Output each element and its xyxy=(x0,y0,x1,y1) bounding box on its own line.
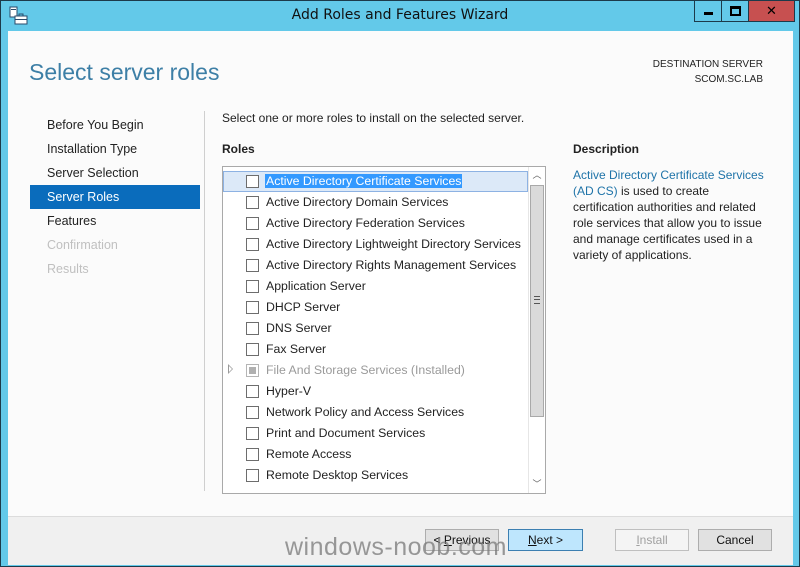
install-rest: nstall xyxy=(639,533,668,547)
role-list-item[interactable]: Active Directory Rights Management Servi… xyxy=(223,255,528,276)
cancel-button[interactable]: Cancel xyxy=(698,529,772,551)
role-list-item[interactable]: DNS Server xyxy=(223,318,528,339)
scroll-down-button[interactable]: ﹀ xyxy=(529,477,545,493)
instruction-text: Select one or more roles to install on t… xyxy=(222,111,525,125)
role-checkbox xyxy=(246,364,259,377)
role-label: Remote Desktop Services xyxy=(266,468,409,482)
role-list-item[interactable]: Remote Access xyxy=(223,444,528,465)
role-list-item[interactable]: Active Directory Domain Services xyxy=(223,192,528,213)
destination-server-label: DESTINATION SERVER xyxy=(652,59,763,70)
role-list-item: File And Storage Services (Installed) xyxy=(223,360,528,381)
maximize-icon xyxy=(729,6,741,16)
roles-scrollbar[interactable]: ︿ ﹀ xyxy=(528,167,545,493)
scroll-thumb[interactable] xyxy=(530,185,544,417)
wizard-window: Add Roles and Features Wizard ✕ Select s… xyxy=(0,0,800,567)
role-checkbox[interactable] xyxy=(246,385,259,398)
role-list-item[interactable]: DHCP Server xyxy=(223,297,528,318)
nav-divider xyxy=(204,111,205,491)
role-list-item[interactable]: Active Directory Lightweight Directory S… xyxy=(223,234,528,255)
chevron-down-icon: ﹀ xyxy=(532,480,542,490)
role-label: Application Server xyxy=(266,279,366,293)
role-checkbox[interactable] xyxy=(246,427,259,440)
role-list-item[interactable]: Application Server xyxy=(223,276,528,297)
close-button[interactable]: ✕ xyxy=(748,1,795,22)
next-button[interactable]: Next > xyxy=(508,529,583,551)
role-label: Active Directory Rights Management Servi… xyxy=(266,258,517,272)
role-checkbox[interactable] xyxy=(246,280,259,293)
nav-item-results: Results xyxy=(47,262,89,276)
window-title: Add Roles and Features Wizard xyxy=(291,7,509,23)
role-label: Hyper-V xyxy=(266,384,312,398)
role-list-item[interactable]: Hyper-V xyxy=(223,381,528,402)
nav-item-confirmation: Confirmation xyxy=(47,238,118,252)
role-label: Fax Server xyxy=(266,342,327,356)
next-mnemonic: N xyxy=(527,533,537,547)
nav-item-before-you-begin[interactable]: Before You Begin xyxy=(30,113,200,137)
nav-item-installation-type[interactable]: Installation Type xyxy=(30,137,200,161)
title-bar[interactable]: Add Roles and Features Wizard ✕ xyxy=(1,1,799,31)
install-button: Install xyxy=(615,529,689,551)
wizard-steps-nav: Before You Begin Installation Type Serve… xyxy=(30,113,200,281)
role-list-item[interactable]: Active Directory Federation Services xyxy=(223,213,528,234)
destination-server-info: DESTINATION SERVER SCOM.SC.LAB xyxy=(653,57,763,87)
role-list-item[interactable]: Print and Document Services xyxy=(223,423,528,444)
role-label: Network Policy and Access Services xyxy=(266,405,465,419)
role-label: Active Directory Federation Services xyxy=(266,216,465,230)
role-checkbox[interactable] xyxy=(246,469,259,482)
description-text: Active Directory Certificate Services (A… xyxy=(573,167,773,263)
page-title: Select server roles xyxy=(29,59,220,85)
roles-header: Roles xyxy=(222,142,255,156)
scroll-up-button[interactable]: ︿ xyxy=(529,168,545,184)
next-rest: ext > xyxy=(536,533,564,547)
role-label: Active Directory Certificate Services xyxy=(265,174,463,188)
expand-arrow-icon[interactable] xyxy=(228,364,233,374)
role-label: File And Storage Services (Installed) xyxy=(266,363,465,377)
role-checkbox[interactable] xyxy=(246,238,259,251)
watermark: windows-noob.com xyxy=(285,533,507,561)
role-checkbox[interactable] xyxy=(246,301,259,314)
description-header: Description xyxy=(573,142,640,156)
role-checkbox[interactable] xyxy=(246,406,259,419)
role-checkbox[interactable] xyxy=(246,322,259,335)
wizard-content: Select server roles DESTINATION SERVER S… xyxy=(8,31,793,565)
minimize-icon xyxy=(703,11,713,15)
role-label: DHCP Server xyxy=(266,300,341,314)
role-checkbox[interactable] xyxy=(246,175,259,188)
role-label: Active Directory Lightweight Directory S… xyxy=(266,237,521,251)
role-list-item[interactable]: Remote Desktop Services xyxy=(223,465,528,486)
roles-list[interactable]: Active Directory Certificate Services Act… xyxy=(222,166,546,494)
role-label: Remote Access xyxy=(266,447,352,461)
role-checkbox[interactable] xyxy=(246,343,259,356)
destination-server-name: SCOM.SC.LAB xyxy=(694,74,763,85)
role-checkbox[interactable] xyxy=(246,448,259,461)
role-checkbox[interactable] xyxy=(246,196,259,209)
grip-icon xyxy=(534,296,540,304)
chevron-up-icon: ︿ xyxy=(532,171,542,181)
nav-item-server-roles[interactable]: Server Roles xyxy=(30,185,200,209)
maximize-button[interactable] xyxy=(721,1,749,22)
role-label: DNS Server xyxy=(266,321,332,335)
close-icon: ✕ xyxy=(766,3,777,19)
role-checkbox[interactable] xyxy=(246,259,259,272)
role-list-item[interactable]: Active Directory Certificate Services xyxy=(223,171,528,192)
nav-item-features[interactable]: Features xyxy=(30,209,200,233)
nav-item-server-selection[interactable]: Server Selection xyxy=(30,161,200,185)
role-list-item[interactable]: Fax Server xyxy=(223,339,528,360)
role-label: Print and Document Services xyxy=(266,426,426,440)
role-list-item[interactable]: Network Policy and Access Services xyxy=(223,402,528,423)
minimize-button[interactable] xyxy=(694,1,722,22)
role-label: Active Directory Domain Services xyxy=(266,195,449,209)
role-checkbox[interactable] xyxy=(246,217,259,230)
